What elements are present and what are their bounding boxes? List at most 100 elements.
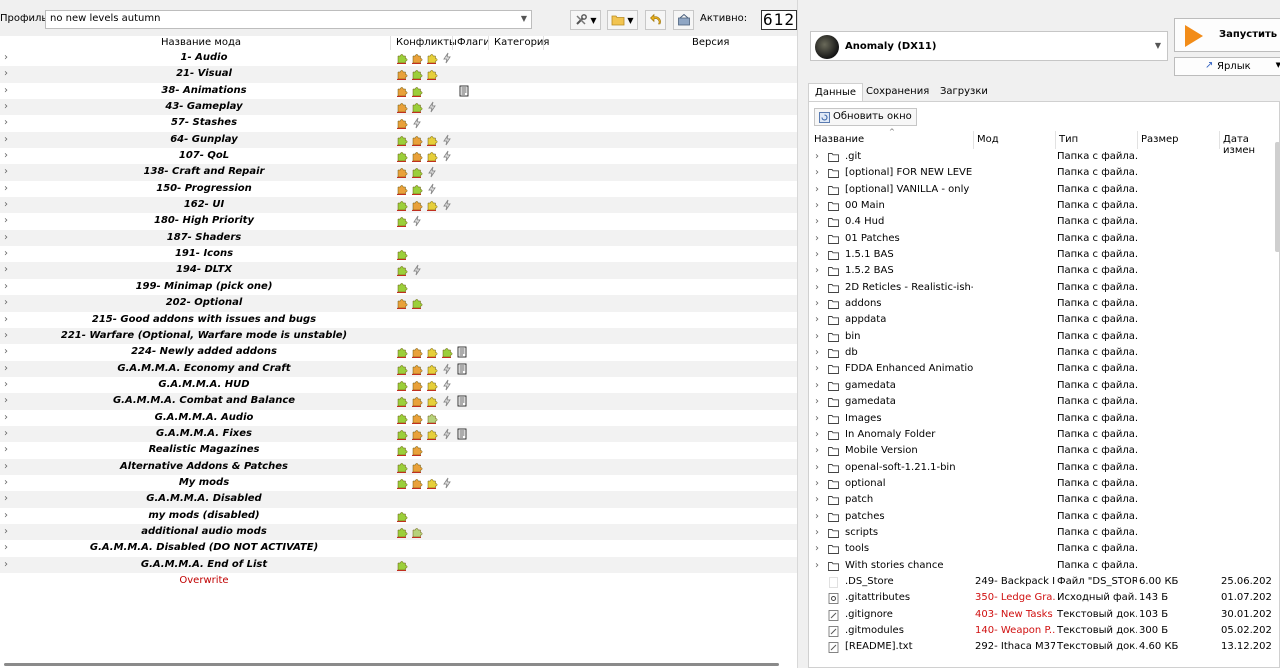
expand-chevron-icon[interactable]: › [815,247,819,263]
expand-chevron-icon[interactable]: › [4,393,8,409]
file-row[interactable]: › With stories chance Папка с файла... [812,558,1272,574]
mod-row[interactable]: › G.A.M.M.A. HUD [0,377,797,393]
mod-row[interactable]: › 150- Progression [0,181,797,197]
file-row[interactable]: › appdata Папка с файла... [812,312,1272,328]
panel-splitter[interactable] [797,0,805,668]
column-header-filename[interactable]: Название [814,134,864,145]
expand-chevron-icon[interactable]: › [815,329,819,345]
mod-row[interactable]: › G.A.M.M.A. Audio [0,410,797,426]
column-header-name[interactable]: Название мода [161,37,241,48]
mod-row[interactable]: › 221- Warfare (Optional, Warfare mode is… [0,327,797,345]
expand-chevron-icon[interactable]: › [815,182,819,198]
undo-button[interactable] [645,10,666,30]
mod-row[interactable]: › G.A.M.M.A. Disabled (DO NOT ACTIVATE) [0,540,797,556]
vertical-scrollbar[interactable] [1275,142,1280,252]
profile-select[interactable]: no new levels autumn ▼ [45,10,532,29]
mod-row[interactable]: › G.A.M.M.A. Economy and Craft [0,360,797,377]
mod-row[interactable]: › G.A.M.M.A. Combat and Balance [0,393,797,410]
expand-chevron-icon[interactable]: › [815,231,819,247]
backup-button[interactable] [673,10,694,30]
file-row[interactable]: › patch Папка с файла... [812,492,1272,508]
expand-chevron-icon[interactable]: › [4,442,8,458]
expand-chevron-icon[interactable]: › [815,165,819,181]
mod-row[interactable]: › Alternative Addons & Patches [0,458,797,475]
expand-chevron-icon[interactable]: › [815,443,819,459]
file-row[interactable]: › Mobile Version Папка с файла... [812,443,1272,459]
file-row[interactable]: › In Anomaly Folder Папка с файла... [812,427,1272,443]
mod-row[interactable]: › 215- Good addons with issues and bugs [0,312,797,328]
executable-select[interactable]: Anomaly (DX11) ▼ [810,31,1168,61]
expand-chevron-icon[interactable]: › [4,115,8,131]
tab-downloads[interactable]: Загрузки [934,83,994,101]
file-row[interactable]: › optional Папка с файла... [812,476,1272,492]
mod-row[interactable]: › 180- High Priority [0,213,797,229]
file-row[interactable]: .gitmodules 140- Weapon P... Текстовый док… [812,623,1272,639]
mod-row[interactable]: › 1- Audio [0,50,797,66]
file-row[interactable]: › 01 Patches Папка с файла... [812,231,1272,247]
expand-chevron-icon[interactable]: › [4,377,8,393]
column-header-type[interactable]: Тип [1059,134,1078,145]
expand-chevron-icon[interactable]: › [815,345,819,361]
column-header-mod[interactable]: Мод [977,134,999,145]
mod-row[interactable]: › my mods (disabled) [0,508,797,524]
expand-chevron-icon[interactable]: › [4,557,8,573]
expand-chevron-icon[interactable]: › [815,198,819,214]
expand-chevron-icon[interactable]: › [4,426,8,442]
file-row[interactable]: › gamedata Папка с файла... [812,394,1272,410]
file-row[interactable]: › 0.4 Hud Папка с файла... [812,214,1272,230]
mod-row[interactable]: › 191- Icons [0,246,797,262]
file-row[interactable]: .DS_Store 249- Backpack I...Файл "DS_STOR… [812,574,1272,590]
file-row[interactable]: › bin Папка с файла... [812,329,1272,345]
expand-chevron-icon[interactable]: › [4,508,8,524]
expand-chevron-icon[interactable]: › [4,361,8,377]
file-row[interactable]: › 1.5.1 BAS Папка с файла... [812,247,1272,263]
expand-chevron-icon[interactable]: › [815,525,819,541]
mod-row[interactable]: › Realistic Magazines [0,442,797,458]
shortcut-button[interactable]: ↗ Ярлык ▼ [1174,57,1280,76]
mod-row[interactable]: › 162- UI [0,197,797,214]
expand-chevron-icon[interactable]: › [815,541,819,557]
file-row[interactable]: › Images Папка с файла... [812,411,1272,427]
expand-chevron-icon[interactable]: › [4,475,8,491]
expand-chevron-icon[interactable]: › [4,540,8,556]
file-row[interactable]: › gamedata Папка с файла... [812,378,1272,394]
expand-chevron-icon[interactable]: › [4,66,8,82]
file-row[interactable]: .gitattributes 350- Ledge Gra... Исходный … [812,590,1272,606]
tab-data[interactable]: Данные [808,83,864,101]
expand-chevron-icon[interactable]: › [4,410,8,426]
mod-row[interactable]: › G.A.M.M.A. Fixes [0,425,797,443]
expand-chevron-icon[interactable]: › [815,378,819,394]
expand-chevron-icon[interactable]: › [4,164,8,180]
mod-row[interactable]: › 43- Gameplay [0,99,797,116]
expand-chevron-icon[interactable]: › [815,312,819,328]
column-header-flags[interactable]: Флаги [457,37,490,48]
expand-chevron-icon[interactable]: › [4,213,8,229]
tools-button[interactable]: ▼ [570,10,601,30]
expand-chevron-icon[interactable]: › [4,246,8,262]
file-row[interactable]: › addons Папка с файла... [812,296,1272,312]
mod-row[interactable]: › 202- Optional [0,295,797,312]
file-row[interactable]: › .git Папка с файла... [812,149,1272,165]
expand-chevron-icon[interactable]: › [815,149,819,165]
file-row[interactable]: › 1.5.2 BAS Папка с файла... [812,263,1272,279]
expand-chevron-icon[interactable]: › [4,524,8,540]
expand-chevron-icon[interactable]: › [4,50,8,66]
file-row[interactable]: › FDDA Enhanced Animatio... Папка с файла.… [812,361,1272,377]
expand-chevron-icon[interactable]: › [4,312,8,328]
expand-chevron-icon[interactable]: › [815,476,819,492]
column-header-conflicts[interactable]: Конфликты [396,37,457,48]
mod-row[interactable]: › 21- Visual [0,66,797,83]
mod-row[interactable]: › 107- QoL [0,148,797,164]
file-row[interactable]: [README].txt 292- Ithaca M37...Текстовый … [812,639,1272,655]
expand-chevron-icon[interactable]: › [815,280,819,296]
mod-row[interactable]: › 38- Animations [0,83,797,99]
mod-row[interactable]: › 187- Shaders [0,229,797,247]
expand-chevron-icon[interactable]: › [4,197,8,213]
mod-row[interactable]: › 224- Newly added addons [0,344,797,360]
file-row[interactable]: › db Папка с файла... [812,345,1272,361]
mod-row[interactable]: › G.A.M.M.A. Disabled [0,491,797,508]
expand-chevron-icon[interactable]: › [815,263,819,279]
expand-chevron-icon[interactable]: › [815,460,819,476]
expand-chevron-icon[interactable]: › [815,492,819,508]
file-row[interactable]: › [optional] FOR NEW LEVEL... Папка с файл… [812,165,1272,181]
